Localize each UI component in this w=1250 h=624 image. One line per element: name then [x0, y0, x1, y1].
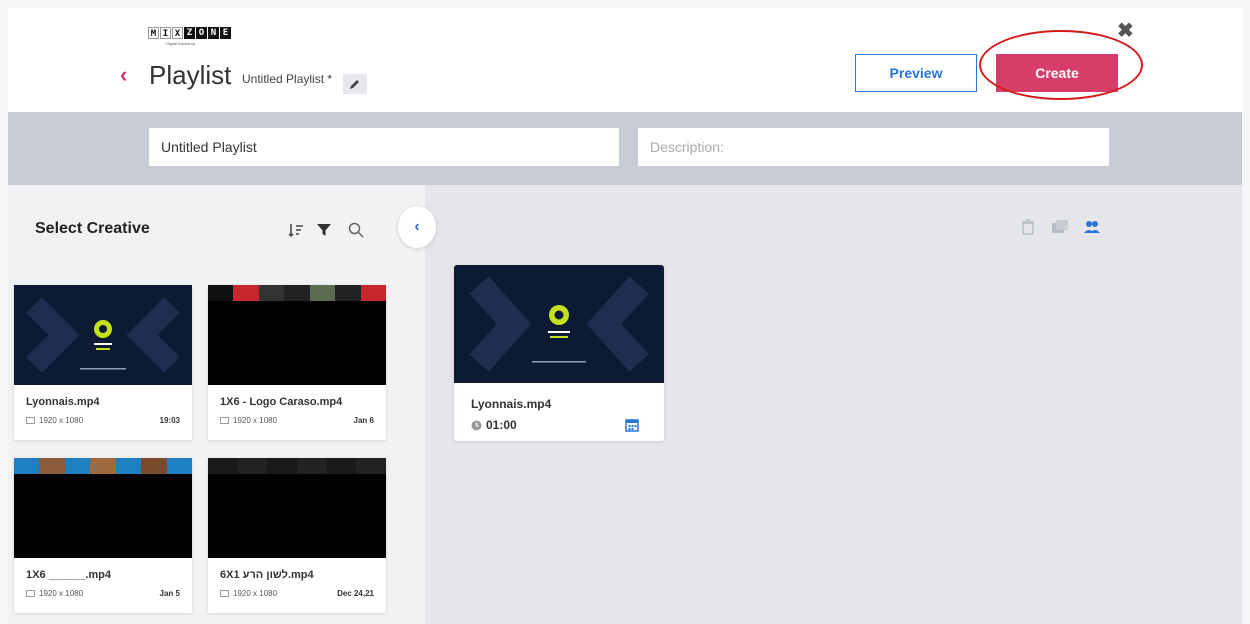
close-icon[interactable]: ✖	[1117, 18, 1134, 43]
creative-card[interactable]: 6X1 לשון הרע.mp4 1920 x 1080 Dec 24,21	[208, 458, 386, 613]
mixzone-logo: MIXZONE	[148, 27, 231, 41]
creative-thumbnail	[14, 458, 192, 558]
playlist-item-duration: 01:00	[471, 418, 517, 432]
page-title: Playlist	[149, 60, 232, 90]
resolution-text: 1920 x 1080	[39, 416, 84, 425]
resolution-icon	[26, 590, 35, 597]
select-creative-title: Select Creative	[35, 220, 150, 237]
creative-thumbnail	[208, 285, 386, 385]
resolution-icon	[220, 590, 229, 597]
creative-date: 19:03	[159, 416, 180, 425]
edit-name-button[interactable]	[343, 74, 367, 94]
users-icon[interactable]	[1082, 217, 1102, 237]
resolution-icon	[26, 417, 35, 424]
trash-icon[interactable]	[1018, 217, 1038, 237]
creative-resolution: 1920 x 1080	[26, 416, 83, 425]
creative-card[interactable]: Lyonnais.mp4 1920 x 1080 19:03	[14, 285, 192, 440]
clock-icon	[471, 420, 482, 430]
resolution-text: 1920 x 1080	[233, 416, 278, 425]
creative-card[interactable]: 1X6 - Logo Caraso.mp4 1920 x 1080 Jan 6	[208, 285, 386, 440]
creative-name: 1X6 ______.mp4	[26, 569, 112, 581]
resolution-icon	[220, 417, 229, 424]
creative-name: 1X6 - Logo Caraso.mp4	[220, 396, 343, 408]
description-input[interactable]	[638, 128, 1109, 166]
calendar-icon[interactable]	[625, 418, 639, 437]
duration-text: 01:00	[486, 418, 517, 432]
resolution-text: 1920 x 1080	[233, 589, 278, 598]
creative-name: Lyonnais.mp4	[26, 396, 100, 408]
pencil-icon	[350, 80, 359, 89]
annotation-highlight-ellipse	[979, 30, 1143, 100]
back-button[interactable]: ‹	[120, 62, 127, 88]
search-icon[interactable]	[346, 220, 366, 240]
sort-icon[interactable]	[286, 220, 306, 240]
app-frame: MIXZONE Digital Backdrop ‹ Playlist Unti…	[0, 0, 1250, 624]
creative-date: Dec 24,21	[337, 589, 374, 598]
creative-card[interactable]: 1X6 ______.mp4 1920 x 1080 Jan 5	[14, 458, 192, 613]
collapse-panel-button[interactable]: ‹	[398, 206, 436, 248]
creative-date: Jan 6	[353, 416, 374, 425]
logo-subtext: Digital Backdrop	[166, 41, 196, 46]
creative-resolution: 1920 x 1080	[220, 589, 277, 598]
playlist-item-thumbnail	[454, 265, 664, 383]
copy-icon[interactable]	[1050, 217, 1070, 237]
resolution-text: 1920 x 1080	[39, 589, 84, 598]
creative-name: 6X1 לשון הרע.mp4	[220, 569, 314, 581]
playlist-name-label: Untitled Playlist *	[242, 72, 333, 86]
playlist-item-name: Lyonnais.mp4	[471, 397, 552, 411]
creative-resolution: 1920 x 1080	[26, 589, 83, 598]
filter-icon[interactable]	[314, 220, 334, 240]
creative-date: Jan 5	[159, 589, 180, 598]
playlist-item-card[interactable]: Lyonnais.mp4 01:00	[454, 265, 664, 441]
creative-thumbnail	[208, 458, 386, 558]
playlist-name-input[interactable]	[149, 128, 619, 166]
creative-thumbnail	[14, 285, 192, 385]
creative-resolution: 1920 x 1080	[220, 416, 277, 425]
preview-button[interactable]: Preview	[855, 54, 977, 92]
